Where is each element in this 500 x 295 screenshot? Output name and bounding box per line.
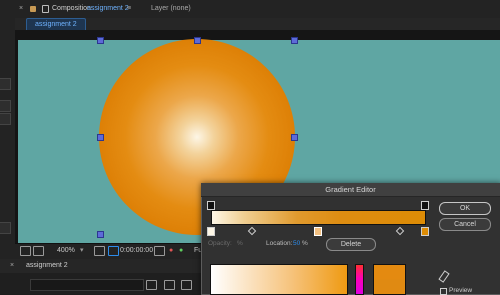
lock-icon[interactable] (42, 5, 49, 13)
left-panel-tab[interactable] (0, 113, 11, 125)
delete-button[interactable]: Delete (326, 238, 376, 251)
ok-button[interactable]: OK (439, 202, 491, 215)
panel-menu-icon[interactable]: ≡ (127, 0, 131, 18)
chevron-down-icon[interactable]: ▾ (80, 243, 84, 258)
timeline-search-input[interactable] (30, 279, 144, 291)
comp-flowchart-icon[interactable] (146, 280, 157, 290)
saturation-field[interactable] (210, 264, 348, 295)
comp-breadcrumb-bar (15, 18, 500, 30)
left-panel-tab[interactable] (0, 78, 11, 90)
transform-handle[interactable] (97, 231, 104, 238)
left-panel-tab[interactable] (0, 100, 11, 112)
hue-slider[interactable] (355, 264, 364, 295)
opacity-stop-right[interactable] (421, 201, 429, 210)
magnification-dropdown[interactable]: 400% (57, 243, 75, 258)
transform-handle[interactable] (97, 134, 104, 141)
composition-tab-prefix[interactable]: Composition (52, 0, 91, 18)
camera-icon[interactable] (154, 246, 165, 256)
close-icon[interactable]: × (19, 0, 23, 18)
dialog-title: Gradient Editor (201, 183, 500, 197)
transform-handle[interactable] (97, 37, 104, 44)
color-stop-right[interactable] (421, 227, 429, 236)
comp-breadcrumb[interactable]: assignment 2 (26, 18, 86, 30)
channel-icon[interactable]: ● (169, 243, 173, 258)
location-unit: % (302, 240, 308, 247)
color-stop-selected[interactable] (314, 227, 322, 236)
gradient-ramp[interactable] (211, 210, 426, 225)
layer-tab[interactable]: Layer (none) (151, 0, 191, 18)
grid-icon[interactable] (94, 246, 105, 256)
transform-handle[interactable] (291, 37, 298, 44)
opacity-unit: % (237, 240, 243, 247)
draft-3d-icon[interactable] (164, 280, 175, 290)
preview-checkbox[interactable] (440, 288, 447, 295)
current-time-display[interactable]: 0:00:00:00 (120, 243, 153, 258)
composition-tab-name[interactable]: assignment 2 (87, 0, 129, 18)
location-value[interactable]: 50 (293, 240, 300, 247)
opacity-label: Opacity: (208, 240, 232, 247)
transform-handle[interactable] (194, 37, 201, 44)
left-panel-tab[interactable] (0, 222, 11, 234)
close-icon[interactable]: × (10, 258, 14, 273)
color-management-icon[interactable]: ● (179, 243, 183, 258)
motion-blur-icon[interactable] (181, 280, 192, 290)
region-of-interest-icon[interactable] (108, 246, 119, 256)
color-stop-left[interactable] (207, 227, 215, 236)
always-preview-icon[interactable] (20, 246, 31, 256)
left-panel-strip (0, 0, 16, 293)
cancel-button[interactable]: Cancel (439, 218, 491, 231)
opacity-stop-left[interactable] (207, 201, 215, 210)
monitor-icon[interactable] (33, 246, 44, 256)
location-label: Location: (266, 240, 293, 247)
timeline-tab[interactable]: assignment 2 (26, 258, 68, 273)
transform-handle[interactable] (291, 134, 298, 141)
composition-icon (30, 6, 36, 12)
color-swatch (373, 264, 406, 295)
